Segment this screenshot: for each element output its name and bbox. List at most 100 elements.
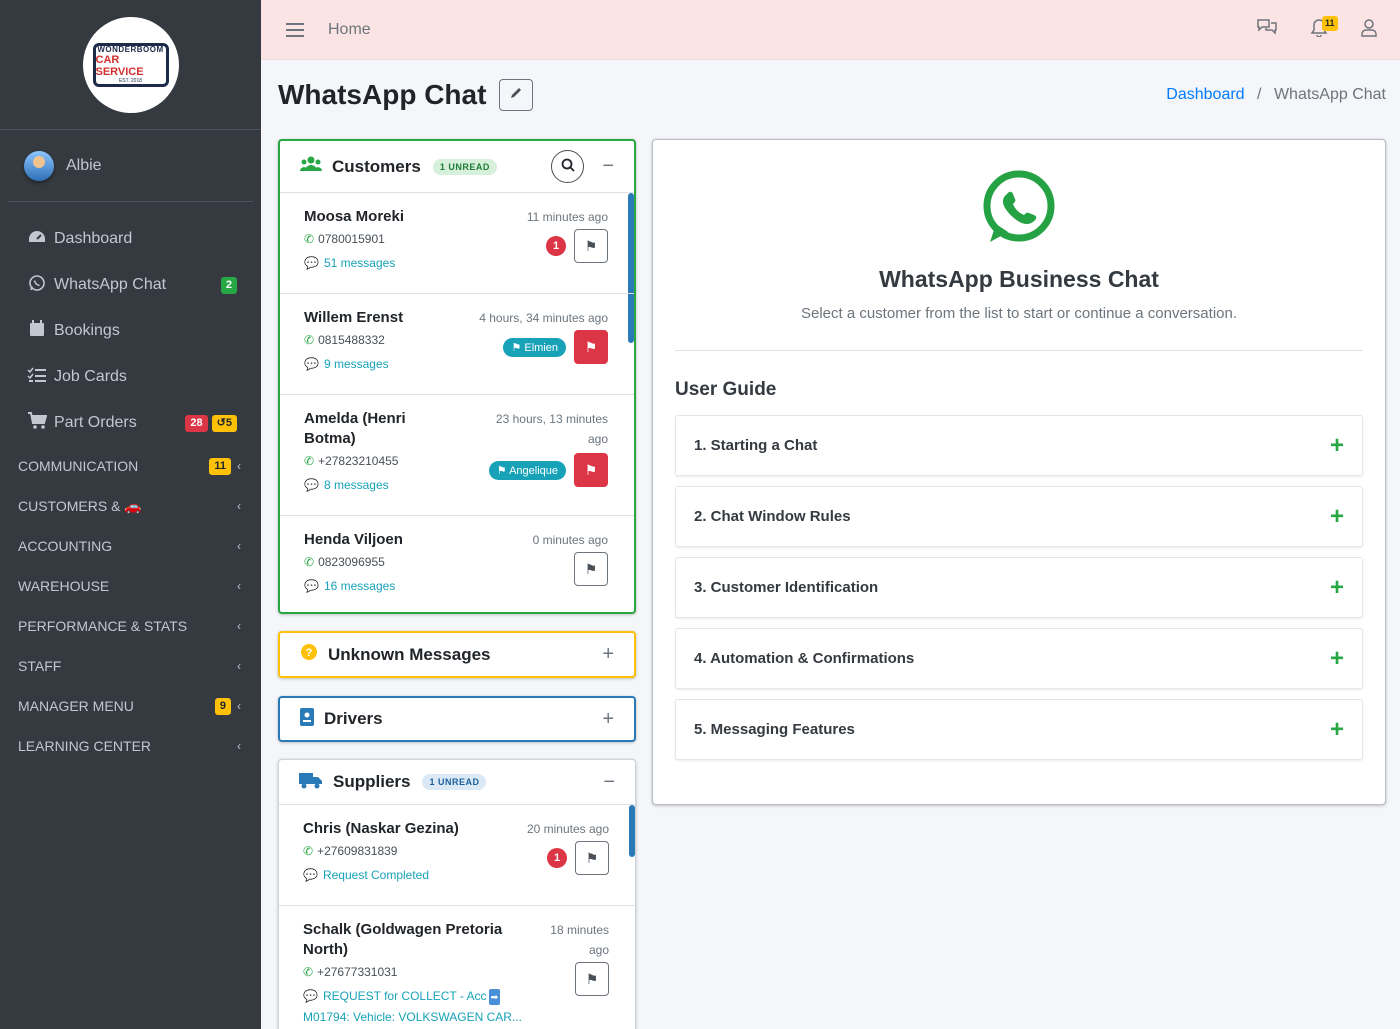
flag-button[interactable]: ⚑ — [574, 330, 608, 364]
notification-badge: 11 — [1322, 15, 1338, 31]
list-item[interactable]: Henda Viljoen 0 minutes ago ✆ 0823096955 … — [280, 516, 634, 612]
sidebar-item-job-cards[interactable]: Job Cards — [0, 354, 261, 400]
list-item[interactable]: Chris (Naskar Gezina) 20 minutes ago ✆ +2… — [279, 805, 635, 906]
messages-icon[interactable] — [1256, 18, 1278, 41]
sidebar-section-manager-menu[interactable]: MANAGER MENU 9 ‹ — [0, 686, 261, 726]
flag-button[interactable]: ⚑ — [575, 841, 609, 875]
last-message-time: 23 hours, 13 minutes ago — [496, 409, 608, 449]
sidebar-item-dashboard[interactable]: Dashboard — [0, 216, 261, 262]
flag-icon: ⚑ — [584, 560, 598, 577]
sidebar-item-part-orders[interactable]: Part Orders 28 ↺5 — [0, 400, 261, 446]
list-item[interactable]: Moosa Moreki 11 minutes ago ✆ 0780015901 … — [280, 193, 634, 294]
assignee-badge[interactable]: ⚑ Elmien — [503, 337, 566, 357]
customers-card: Customers 1 UNREAD − Moosa Moreki 11 min… — [278, 139, 636, 614]
flag-button[interactable]: ⚑ — [574, 229, 608, 263]
section-label: COMMUNICATION — [18, 458, 139, 474]
user-icon[interactable] — [1360, 18, 1378, 42]
unknown-messages-header[interactable]: ? Unknown Messages + — [280, 633, 634, 676]
calendar-icon — [26, 320, 48, 342]
expand-plus-icon[interactable]: + — [1330, 645, 1344, 673]
unknown-messages-card[interactable]: ? Unknown Messages + — [278, 631, 636, 678]
sidebar-item-label: Job Cards — [54, 368, 127, 385]
search-icon — [561, 158, 575, 176]
sidebar-section-accounting[interactable]: ACCOUNTING ‹ — [0, 526, 261, 566]
company-logo[interactable]: WONDERBOOM CAR SERVICE EST. 2018 — [82, 16, 179, 113]
sidebar-item-bookings[interactable]: Bookings — [0, 308, 261, 354]
last-message-continued[interactable]: M01794: Vehicle: VOLKSWAGEN CAR... — [303, 1009, 609, 1025]
message-count-link[interactable]: 💬 16 messages — [304, 578, 608, 594]
whatsapp-logo-icon — [653, 168, 1385, 248]
user-panel[interactable]: Albie — [8, 130, 253, 202]
sidebar-section-communication[interactable]: COMMUNICATION 11 ‹ — [0, 446, 261, 486]
drivers-card[interactable]: Drivers + — [278, 696, 636, 742]
customers-list[interactable]: Moosa Moreki 11 minutes ago ✆ 0780015901 … — [280, 193, 634, 612]
flag-button[interactable]: ⚑ — [574, 453, 608, 487]
phone-icon: ✆ — [304, 333, 315, 347]
guide-item-starting-chat[interactable]: 1. Starting a Chat + — [675, 415, 1363, 476]
chevron-left-icon: ‹ — [237, 499, 241, 513]
phone-icon: ✆ — [304, 232, 315, 246]
flag-icon: ⚑ — [584, 237, 598, 254]
breadcrumb-dashboard-link[interactable]: Dashboard — [1166, 86, 1244, 103]
id-badge-icon — [300, 707, 314, 731]
entry-actions: ⚑ Elmien ⚑ — [503, 330, 608, 364]
welcome-title: WhatsApp Business Chat — [879, 266, 1159, 292]
search-button[interactable] — [551, 150, 585, 183]
flag-icon: ⚑ — [585, 849, 599, 866]
section-label: LEARNING CENTER — [18, 738, 152, 754]
list-item[interactable]: Willem Erenst 4 hours, 34 minutes ago ✆ 0… — [280, 294, 634, 395]
sidebar-section-staff[interactable]: STAFF ‹ — [0, 646, 261, 686]
expand-plus-icon[interactable]: + — [602, 708, 614, 731]
expand-plus-icon[interactable]: + — [602, 643, 614, 666]
orders-badge: 28 — [185, 414, 208, 432]
drivers-title: Drivers — [324, 709, 383, 728]
guide-item-automation[interactable]: 4. Automation & Confirmations + — [675, 628, 1363, 689]
home-link[interactable]: Home — [328, 21, 371, 39]
expand-plus-icon[interactable]: + — [1330, 432, 1344, 460]
assignee-name: Elmien — [524, 341, 558, 354]
sidebar-item-whatsapp-chat[interactable]: WhatsApp Chat 2 — [0, 262, 261, 308]
flag-button[interactable]: ⚑ — [575, 962, 609, 996]
guide-item-chat-window-rules[interactable]: 2. Chat Window Rules + — [675, 486, 1363, 547]
entry-actions: ⚑ Angelique ⚑ — [488, 453, 608, 487]
whatsapp-icon — [26, 274, 48, 297]
users-icon — [300, 156, 322, 177]
logo-line-3: EST. 2018 — [118, 78, 143, 84]
brand: WONDERBOOM CAR SERVICE EST. 2018 — [0, 0, 261, 130]
user-guide-accordion: 1. Starting a Chat + 2. Chat Window Rule… — [675, 415, 1363, 760]
list-item[interactable]: Schalk (Goldwagen Pretoria North) 18 minu… — [279, 906, 635, 1029]
collapse-minus-icon[interactable]: − — [603, 771, 615, 794]
sidebar-section-learning-center[interactable]: LEARNING CENTER ‹ — [0, 726, 261, 766]
notifications-button[interactable]: 11 — [1310, 15, 1338, 42]
edit-title-button[interactable] — [499, 79, 534, 111]
user-name[interactable]: Albie — [66, 157, 102, 175]
chevron-left-icon: ‹ — [237, 739, 241, 753]
sidebar-section-performance[interactable]: PERFORMANCE & STATS ‹ — [0, 606, 261, 646]
expand-plus-icon[interactable]: + — [1330, 574, 1344, 602]
suppliers-list[interactable]: Chris (Naskar Gezina) 20 minutes ago ✆ +2… — [279, 805, 635, 1029]
breadcrumb: Dashboard / WhatsApp Chat — [1166, 86, 1386, 104]
customer-phone: ✆ 0823096955 — [304, 554, 608, 570]
collapse-minus-icon[interactable]: − — [602, 155, 614, 178]
expand-plus-icon[interactable]: + — [1330, 503, 1344, 531]
assignee-badge[interactable]: ⚑ Angelique — [488, 460, 566, 480]
last-message-link[interactable]: 💬 REQUEST for COLLECT - Acc ➡ — [303, 988, 609, 1005]
expand-plus-icon[interactable]: + — [1330, 716, 1344, 744]
card-tools: − — [603, 771, 615, 794]
phone-icon: ✆ — [304, 454, 315, 468]
last-message-time: 4 hours, 34 minutes ago — [479, 311, 608, 325]
divider — [675, 350, 1363, 351]
menu-toggle-icon[interactable] — [286, 22, 304, 37]
flag-button[interactable]: ⚑ — [574, 552, 608, 586]
guide-item-messaging-features[interactable]: 5. Messaging Features + — [675, 699, 1363, 760]
customers-title: Customers — [332, 156, 421, 176]
list-item[interactable]: Amelda (Henri Botma) 23 hours, 13 minutes… — [280, 395, 634, 516]
unread-badge: 1 UNREAD — [422, 774, 487, 790]
sidebar-section-warehouse[interactable]: WAREHOUSE ‹ — [0, 566, 261, 606]
section-badge: 11 — [209, 457, 231, 475]
last-message-time: 11 minutes ago — [526, 210, 608, 224]
unknown-messages-title: Unknown Messages — [328, 644, 491, 664]
sidebar-section-customers[interactable]: CUSTOMERS & 🚗 ‹ — [0, 486, 261, 526]
drivers-header[interactable]: Drivers + — [280, 698, 634, 740]
guide-item-customer-identification[interactable]: 3. Customer Identification + — [675, 557, 1363, 618]
